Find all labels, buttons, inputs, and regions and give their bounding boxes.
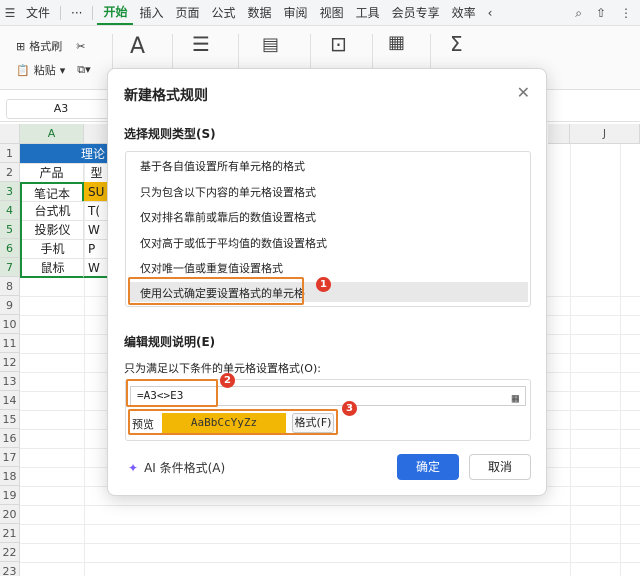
row-header[interactable]: 18	[0, 467, 20, 486]
paste-icon: 📋	[16, 63, 30, 77]
annotation-badge-3: 3	[342, 401, 357, 416]
gridline	[20, 505, 640, 506]
row-header[interactable]: 22	[0, 543, 20, 562]
list-item[interactable]: 仅对高于或低于平均值的数值设置格式	[140, 235, 327, 251]
row-header[interactable]: 1	[0, 144, 20, 163]
annotation-badge-2: 2	[220, 373, 235, 388]
ai-conditional-format-button[interactable]: ✦ AI 条件格式(A)	[128, 459, 225, 476]
row-header[interactable]: 12	[0, 353, 20, 372]
row-header[interactable]: 2	[0, 163, 20, 182]
chevron-down-icon: ▾	[59, 63, 66, 77]
annotation-box-1	[128, 277, 304, 305]
column-header[interactable]	[548, 124, 570, 144]
row-header[interactable]: 16	[0, 429, 20, 448]
name-box[interactable]: A3	[6, 99, 116, 119]
row-header[interactable]: 10	[0, 315, 20, 334]
table-cell[interactable]: 投影仪	[20, 220, 84, 240]
row-header[interactable]: 20	[0, 505, 20, 524]
list-item[interactable]: 只为包含以下内容的单元格设置格式	[140, 184, 316, 200]
annotation-badge-1: 1	[316, 277, 331, 292]
list-item[interactable]: 仅对唯一值或重复值设置格式	[140, 260, 283, 276]
table-cell[interactable]: 台式机	[20, 201, 84, 221]
gridline	[620, 144, 621, 576]
divider	[60, 5, 62, 20]
row-header[interactable]: 15	[0, 410, 20, 429]
format-painter-button[interactable]: ⊞ 格式刷 ✂	[16, 38, 85, 54]
table-cell[interactable]: 鼠标	[20, 258, 84, 278]
menu-icon[interactable]: ☰	[0, 6, 20, 20]
annotation-box-2	[126, 379, 218, 407]
table-title-cell[interactable]: 理论	[20, 144, 110, 164]
range-picker-icon[interactable]: ▦	[512, 389, 519, 407]
copy-icon[interactable]: ⧉▾	[77, 63, 90, 77]
dialog-title: 新建格式规则	[124, 88, 208, 104]
gridline	[20, 562, 640, 563]
tab-home[interactable]: 开始	[97, 1, 134, 25]
row-header[interactable]: 6	[0, 239, 20, 258]
row-header[interactable]: 17	[0, 448, 20, 467]
menu-file[interactable]: 文件	[20, 0, 56, 26]
rule-type-section-label: 选择规则类型(S)	[124, 127, 216, 141]
sum-icon[interactable]: Σ	[450, 32, 463, 56]
menu-more[interactable]: ···	[65, 0, 88, 26]
tab-insert[interactable]: 插入	[133, 0, 169, 26]
corner-select-all[interactable]	[0, 124, 20, 144]
paste-label: 粘贴	[33, 64, 56, 77]
row-header[interactable]: 23	[0, 562, 20, 576]
column-header-j[interactable]: J	[570, 124, 640, 144]
cancel-button[interactable]: 取消	[469, 454, 531, 480]
annotation-box-3	[128, 409, 338, 435]
tab-review[interactable]: 审阅	[278, 0, 314, 26]
table-header-cell[interactable]: 产品	[20, 163, 84, 183]
table-cell-active[interactable]: 笔记本	[20, 182, 84, 202]
number-format-icon[interactable]: ▤	[262, 34, 279, 55]
column-header-a[interactable]: A	[20, 124, 84, 144]
row-header[interactable]: 19	[0, 486, 20, 505]
tab-formula[interactable]: 公式	[206, 0, 242, 26]
font-icon[interactable]: A	[130, 34, 145, 59]
format-painter-label: 格式刷	[29, 40, 63, 53]
format-painter-icon: ⊞	[16, 39, 26, 53]
row-header[interactable]: 11	[0, 334, 20, 353]
cells-icon[interactable]: ⊡	[330, 32, 347, 56]
ai-button-label: AI 条件格式(A)	[144, 461, 226, 475]
edit-rule-section-label: 编辑规则说明(E)	[124, 335, 216, 349]
row-header[interactable]: 7	[0, 258, 20, 277]
gridline	[20, 543, 640, 544]
new-format-rule-dialog: 新建格式规则 ✕ 选择规则类型(S) 基于各自值设置所有单元格的格式 只为包含以…	[107, 68, 547, 496]
more-icon[interactable]: ⋮	[620, 0, 632, 26]
cut-icon[interactable]: ✂	[76, 40, 85, 53]
row-header[interactable]: 9	[0, 296, 20, 315]
row-header[interactable]: 21	[0, 524, 20, 543]
sparkle-icon: ✦	[128, 460, 139, 475]
row-header[interactable]: 13	[0, 372, 20, 391]
ok-button[interactable]: 确定	[397, 454, 459, 480]
tab-overflow-button[interactable]: ‹	[482, 0, 499, 26]
menu-right-icons: ⌕ ⇧ ⋮	[575, 0, 632, 26]
tab-data[interactable]: 数据	[242, 0, 278, 26]
divider	[92, 5, 94, 20]
tab-page[interactable]: 页面	[170, 0, 206, 26]
search-icon[interactable]: ⌕	[575, 0, 582, 26]
row-header[interactable]: 14	[0, 391, 20, 410]
row-header[interactable]: 3	[0, 182, 20, 201]
table-cell[interactable]: 手机	[20, 239, 84, 259]
row-header[interactable]: 4	[0, 201, 20, 220]
paste-button[interactable]: 📋 粘贴 ▾ ⧉▾	[16, 62, 91, 78]
tab-efficiency[interactable]: 效率	[446, 0, 482, 26]
align-icon[interactable]: ☰	[192, 32, 210, 56]
tab-tools[interactable]: 工具	[350, 0, 386, 26]
cloud-sync-icon[interactable]: ⇧	[596, 0, 606, 26]
row-header[interactable]: 8	[0, 277, 20, 296]
row-header[interactable]: 5	[0, 220, 20, 239]
menu-bar: ☰ 文件 ··· 开始 插入 页面 公式 数据 审阅 视图 工具 会员专享 效率…	[0, 0, 640, 26]
gridline	[20, 524, 640, 525]
tab-member[interactable]: 会员专享	[386, 0, 446, 26]
close-icon[interactable]: ✕	[517, 83, 530, 102]
tab-view[interactable]: 视图	[314, 0, 350, 26]
list-item[interactable]: 仅对排名靠前或靠后的数值设置格式	[140, 209, 316, 225]
gridline	[570, 144, 571, 576]
styles-icon[interactable]: ▦	[388, 32, 405, 53]
list-item[interactable]: 基于各自值设置所有单元格的格式	[140, 158, 305, 174]
